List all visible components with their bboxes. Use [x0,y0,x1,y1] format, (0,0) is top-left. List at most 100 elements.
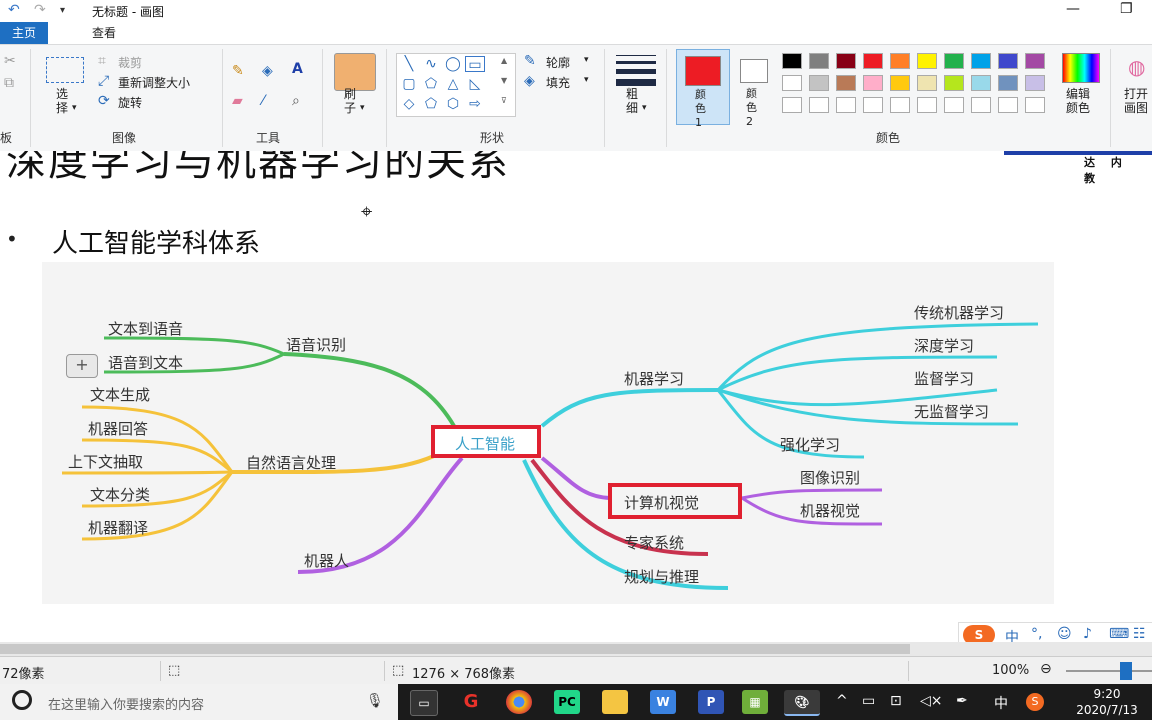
minimize-icon[interactable]: — [1066,1,1080,17]
expand-gallery-icon[interactable]: ⊽ [501,96,507,105]
magnifier-icon[interactable]: ⌕ [292,93,300,109]
wps-writer-icon[interactable]: W [650,690,676,714]
diamond-shape-icon[interactable]: ◇ [399,96,419,112]
color2-selector[interactable]: 颜色 2 [734,49,774,128]
palette-swatch[interactable] [998,75,1018,91]
chevron-down-icon[interactable]: ▾ [72,103,77,113]
spreadsheet-icon[interactable]: ▦ [742,690,768,714]
palette-swatch-empty[interactable] [944,97,964,113]
rounded-rectangle-shape-icon[interactable]: ▢ [399,76,419,92]
horizontal-scrollbar[interactable] [0,642,1152,656]
resize-icon[interactable]: ⤢ [98,73,109,89]
polygon-shape-icon[interactable]: ⬠ [421,76,441,92]
outline-button[interactable]: 轮廓 [546,54,570,71]
size-button[interactable]: 粗细 [626,87,640,115]
network-icon[interactable]: ⊡ [890,693,902,709]
microphone-icon[interactable]: 🎙︎ [366,693,384,709]
palette-swatch-empty[interactable] [809,97,829,113]
palette-swatch-empty[interactable] [917,97,937,113]
fill-icon[interactable]: ◈ [524,73,535,89]
palette-swatch[interactable] [944,75,964,91]
palette-swatch-empty[interactable] [782,97,802,113]
ppt-icon[interactable]: P [698,690,724,714]
sogou-explorer-icon[interactable]: G [458,690,484,714]
tray-chevron-up-icon[interactable]: ^ [836,693,848,709]
keyboard-icon[interactable]: ⌨ [1109,626,1129,642]
shapes-gallery[interactable]: ╲ ∿ ◯ ▭ ▢ ⬠ △ ◺ ◇ ⬠ ⬡ ⇨ ▲ ▼ ⊽ [396,53,516,117]
color-picker-icon[interactable]: ⁄ [262,93,264,109]
open-paint3d-button[interactable]: 打开画图 3 [1124,87,1152,117]
select-button[interactable]: 选择 [56,87,70,115]
file-explorer-icon[interactable] [602,690,628,714]
palette-swatch[interactable] [782,53,802,69]
palette-swatch[interactable] [863,75,883,91]
text-tool-icon[interactable]: A [292,61,303,77]
color1-selector[interactable]: 颜色 1 [676,49,730,129]
cut-icon[interactable]: ✂ [4,53,16,69]
palette-swatch-empty[interactable] [890,97,910,113]
palette-swatch[interactable] [809,75,829,91]
palette-swatch[interactable] [1025,75,1045,91]
triangle-shape-icon[interactable]: △ [443,76,463,92]
rotate-button[interactable]: 旋转 [118,94,142,111]
menu-icon[interactable]: ☷ [1133,626,1146,642]
palette-swatch[interactable] [782,75,802,91]
quick-access-dropdown-icon[interactable]: ▾ [60,5,65,16]
scroll-down-icon[interactable]: ▼ [501,76,507,85]
fill-bucket-icon[interactable]: ◈ [262,63,273,79]
restore-icon[interactable]: ❐ [1120,1,1133,17]
palette-swatch-empty[interactable] [1025,97,1045,113]
oval-shape-icon[interactable]: ◯ [443,56,463,72]
zoom-slider-track[interactable] [1066,670,1152,672]
palette-swatch[interactable] [971,75,991,91]
redo-icon[interactable]: ↷ [34,2,46,18]
tray-ime-label[interactable]: 中 [994,693,1008,713]
palette-swatch[interactable] [917,75,937,91]
edit-colors-icon[interactable] [1062,53,1100,83]
palette-swatch[interactable] [836,53,856,69]
tab-view[interactable]: 查看 [80,22,128,44]
taskbar-search[interactable]: 在这里输入你要搜索的内容 🎙︎ [0,684,398,720]
palette-swatch-empty[interactable] [836,97,856,113]
expand-button[interactable]: + [66,354,98,378]
undo-icon[interactable]: ↶ [8,2,20,18]
eraser-icon[interactable]: ▰ [232,93,243,109]
scroll-up-icon[interactable]: ▲ [501,56,507,65]
palette-swatch[interactable] [944,53,964,69]
chevron-down-icon[interactable]: ▾ [642,103,647,113]
terminal-icon[interactable]: ▭ [410,690,438,716]
palette-swatch[interactable] [890,75,910,91]
palette-swatch[interactable] [809,53,829,69]
pen-icon[interactable]: ✒ [956,693,968,709]
start-circle-icon[interactable] [12,690,32,710]
right-triangle-shape-icon[interactable]: ◺ [465,76,485,92]
palette-swatch[interactable] [998,53,1018,69]
rectangle-shape-icon[interactable]: ▭ [465,56,485,73]
palette-swatch-empty[interactable] [971,97,991,113]
fill-button[interactable]: 填充 [546,74,570,91]
palette-swatch[interactable] [971,53,991,69]
chrome-icon[interactable] [506,690,532,714]
emoji-icon[interactable]: ☺ [1057,626,1072,642]
search-input[interactable]: 在这里输入你要搜索的内容 [48,694,204,713]
chevron-down-icon[interactable]: ▾ [360,103,365,113]
punctuation-icon[interactable]: °, [1031,626,1042,642]
line-width-icon[interactable] [616,55,656,87]
arrow-shape-icon[interactable]: ⇨ [465,96,485,112]
paint-app-icon[interactable]: 🎨︎ [784,690,820,716]
battery-icon[interactable]: ▭ [862,693,875,709]
paint3d-icon[interactable]: ◍ [1128,55,1145,79]
crop-icon[interactable]: ⌗ [98,53,106,69]
line-shape-icon[interactable]: ╲ [399,56,419,72]
zoom-slider-thumb[interactable] [1120,662,1132,680]
tab-home[interactable]: 主页 [0,22,48,44]
brush-button[interactable]: 刷子 [344,87,358,115]
edit-colors-button[interactable]: 编辑颜色 [1066,87,1096,115]
drawing-canvas[interactable]: 达 内 教 深度学习与机器学习的关系 ⌖ • 人工智能学科体系 人工智能 语音识… [0,151,1152,642]
palette-swatch[interactable] [890,53,910,69]
outline-icon[interactable]: ✎ [524,53,536,69]
clock[interactable]: 9:20 2020/7/13 [1062,686,1152,718]
copy-icon[interactable]: ⧉ [4,75,14,91]
zoom-out-icon[interactable]: ⊖ [1040,661,1052,677]
volume-icon[interactable]: ◁× [920,693,943,709]
